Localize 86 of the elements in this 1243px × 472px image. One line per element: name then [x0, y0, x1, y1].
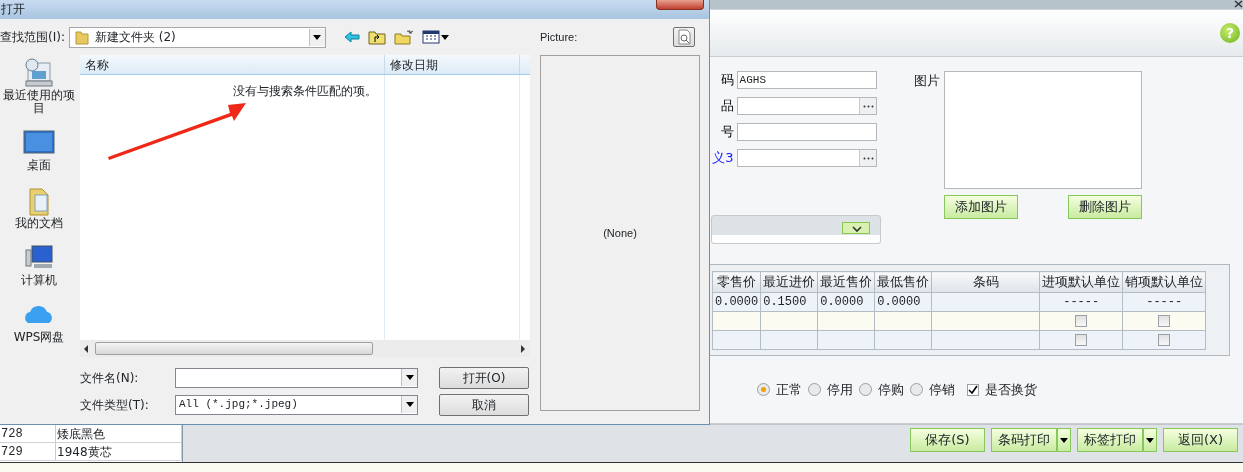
scroll-left-icon	[84, 344, 89, 353]
column-header[interactable]: 名称	[80, 55, 385, 74]
preview-button[interactable]	[673, 27, 695, 47]
action-button[interactable]: 返回(X)	[1163, 428, 1238, 452]
place-item[interactable]: 桌面	[0, 127, 78, 173]
input-field[interactable]	[736, 123, 877, 141]
folder-name: 新建文件夹 (2)	[94, 29, 176, 46]
input-field[interactable]: AGHS	[736, 71, 877, 89]
column-header[interactable]: 最近售价	[817, 271, 875, 292]
folder-icon	[74, 29, 89, 45]
caret-icon	[312, 33, 323, 41]
browse-button[interactable]	[859, 98, 876, 114]
file-name-field[interactable]	[175, 367, 418, 388]
checkbox[interactable]	[1158, 334, 1171, 346]
column-header[interactable]: 进项默认单位	[1039, 271, 1123, 292]
caret-icon	[404, 401, 415, 408]
column-header[interactable]: 零售价	[712, 271, 761, 292]
scroll-right-icon	[521, 344, 526, 353]
radio-label[interactable]: 停销	[928, 379, 955, 400]
dropdown-button[interactable]	[1057, 428, 1071, 452]
column-header[interactable]: 修改日期	[385, 55, 520, 74]
preview-text: (None)	[603, 225, 637, 241]
checkbox[interactable]	[1158, 315, 1171, 327]
image-button[interactable]: 删除图片	[1068, 195, 1142, 219]
place-item[interactable]: WPS网盘	[0, 298, 78, 345]
place-item[interactable]: 我的文档	[0, 184, 78, 230]
checkbox[interactable]	[1075, 315, 1088, 327]
image-button[interactable]: 添加图片	[944, 195, 1018, 219]
cancel-button[interactable]: 取消	[439, 393, 529, 416]
dialog-title: 打开	[1, 1, 25, 18]
caret-icon	[404, 374, 415, 381]
radio-button[interactable]	[909, 383, 923, 396]
column-header[interactable]: 最低售价	[874, 271, 932, 292]
file-name-label: 文件名(N):	[80, 369, 140, 387]
browse-button[interactable]	[859, 150, 876, 166]
column-header[interactable]: 条码	[931, 271, 1040, 292]
horizontal-scrollbar[interactable]	[80, 340, 530, 357]
table-cell: 1948黄芯	[56, 443, 182, 460]
open-button[interactable]: 打开(O)	[439, 366, 529, 389]
table-cell: 729	[0, 443, 56, 460]
dropdown-button[interactable]	[1143, 428, 1157, 452]
checkbox[interactable]	[1075, 334, 1088, 346]
preview-label: Picture:	[540, 29, 578, 45]
radio-label[interactable]: 停用	[826, 379, 853, 400]
image-label: 图片	[914, 72, 940, 90]
check-icon	[967, 384, 978, 395]
folder-up-icon[interactable]	[367, 29, 386, 45]
look-in-label: 查找范围(I):	[0, 29, 65, 46]
field-label: 品	[719, 97, 735, 116]
more-icon	[862, 104, 874, 108]
radio-button[interactable]	[756, 383, 770, 396]
column-header[interactable]: 最近进价	[760, 271, 818, 292]
input-field[interactable]	[736, 97, 877, 115]
scroll-thumb[interactable]	[95, 342, 373, 355]
table-cell: 0.0000	[712, 292, 761, 311]
column-header[interactable]: 销项默认单位	[1122, 271, 1206, 292]
checkbox[interactable]	[966, 383, 979, 396]
folder-dropdown[interactable]: 新建文件夹 (2)	[68, 26, 326, 48]
input-field[interactable]	[736, 149, 877, 167]
radio-label[interactable]: 停购	[877, 379, 904, 400]
magnifier-icon	[677, 29, 691, 45]
radio-button[interactable]	[807, 383, 821, 396]
print-button[interactable]: 条码打印	[991, 428, 1057, 452]
radio-button[interactable]	[858, 383, 872, 396]
file-type-label: 文件类型(T):	[80, 396, 150, 414]
close-icon[interactable]	[1234, 0, 1243, 8]
expand-button[interactable]	[842, 222, 870, 234]
field-label: 码	[719, 71, 735, 90]
caret-icon	[1145, 436, 1155, 444]
recent-icon	[22, 57, 56, 89]
checkbox-label[interactable]: 是否换货	[984, 379, 1037, 400]
close-button[interactable]	[656, 0, 704, 10]
view-menu-icon[interactable]	[421, 30, 450, 44]
file-type-dropdown[interactable]: All (*.jpg;*.jpeg)	[175, 394, 418, 415]
action-button[interactable]: 保存(S)	[910, 428, 985, 452]
back-icon[interactable]	[343, 31, 360, 43]
place-item[interactable]: 最近使用的项目	[0, 57, 78, 116]
field-label: 号	[719, 123, 735, 142]
print-button[interactable]: 标签打印	[1077, 428, 1143, 452]
new-folder-icon[interactable]	[393, 29, 414, 45]
field-label: 义3	[711, 149, 735, 168]
caret-icon	[1059, 436, 1069, 444]
radio-label[interactable]: 正常	[775, 379, 802, 400]
more-icon	[862, 156, 874, 160]
empty-message: 没有与搜索条件匹配的项。	[233, 84, 377, 98]
place-item[interactable]: 计算机	[0, 241, 78, 287]
